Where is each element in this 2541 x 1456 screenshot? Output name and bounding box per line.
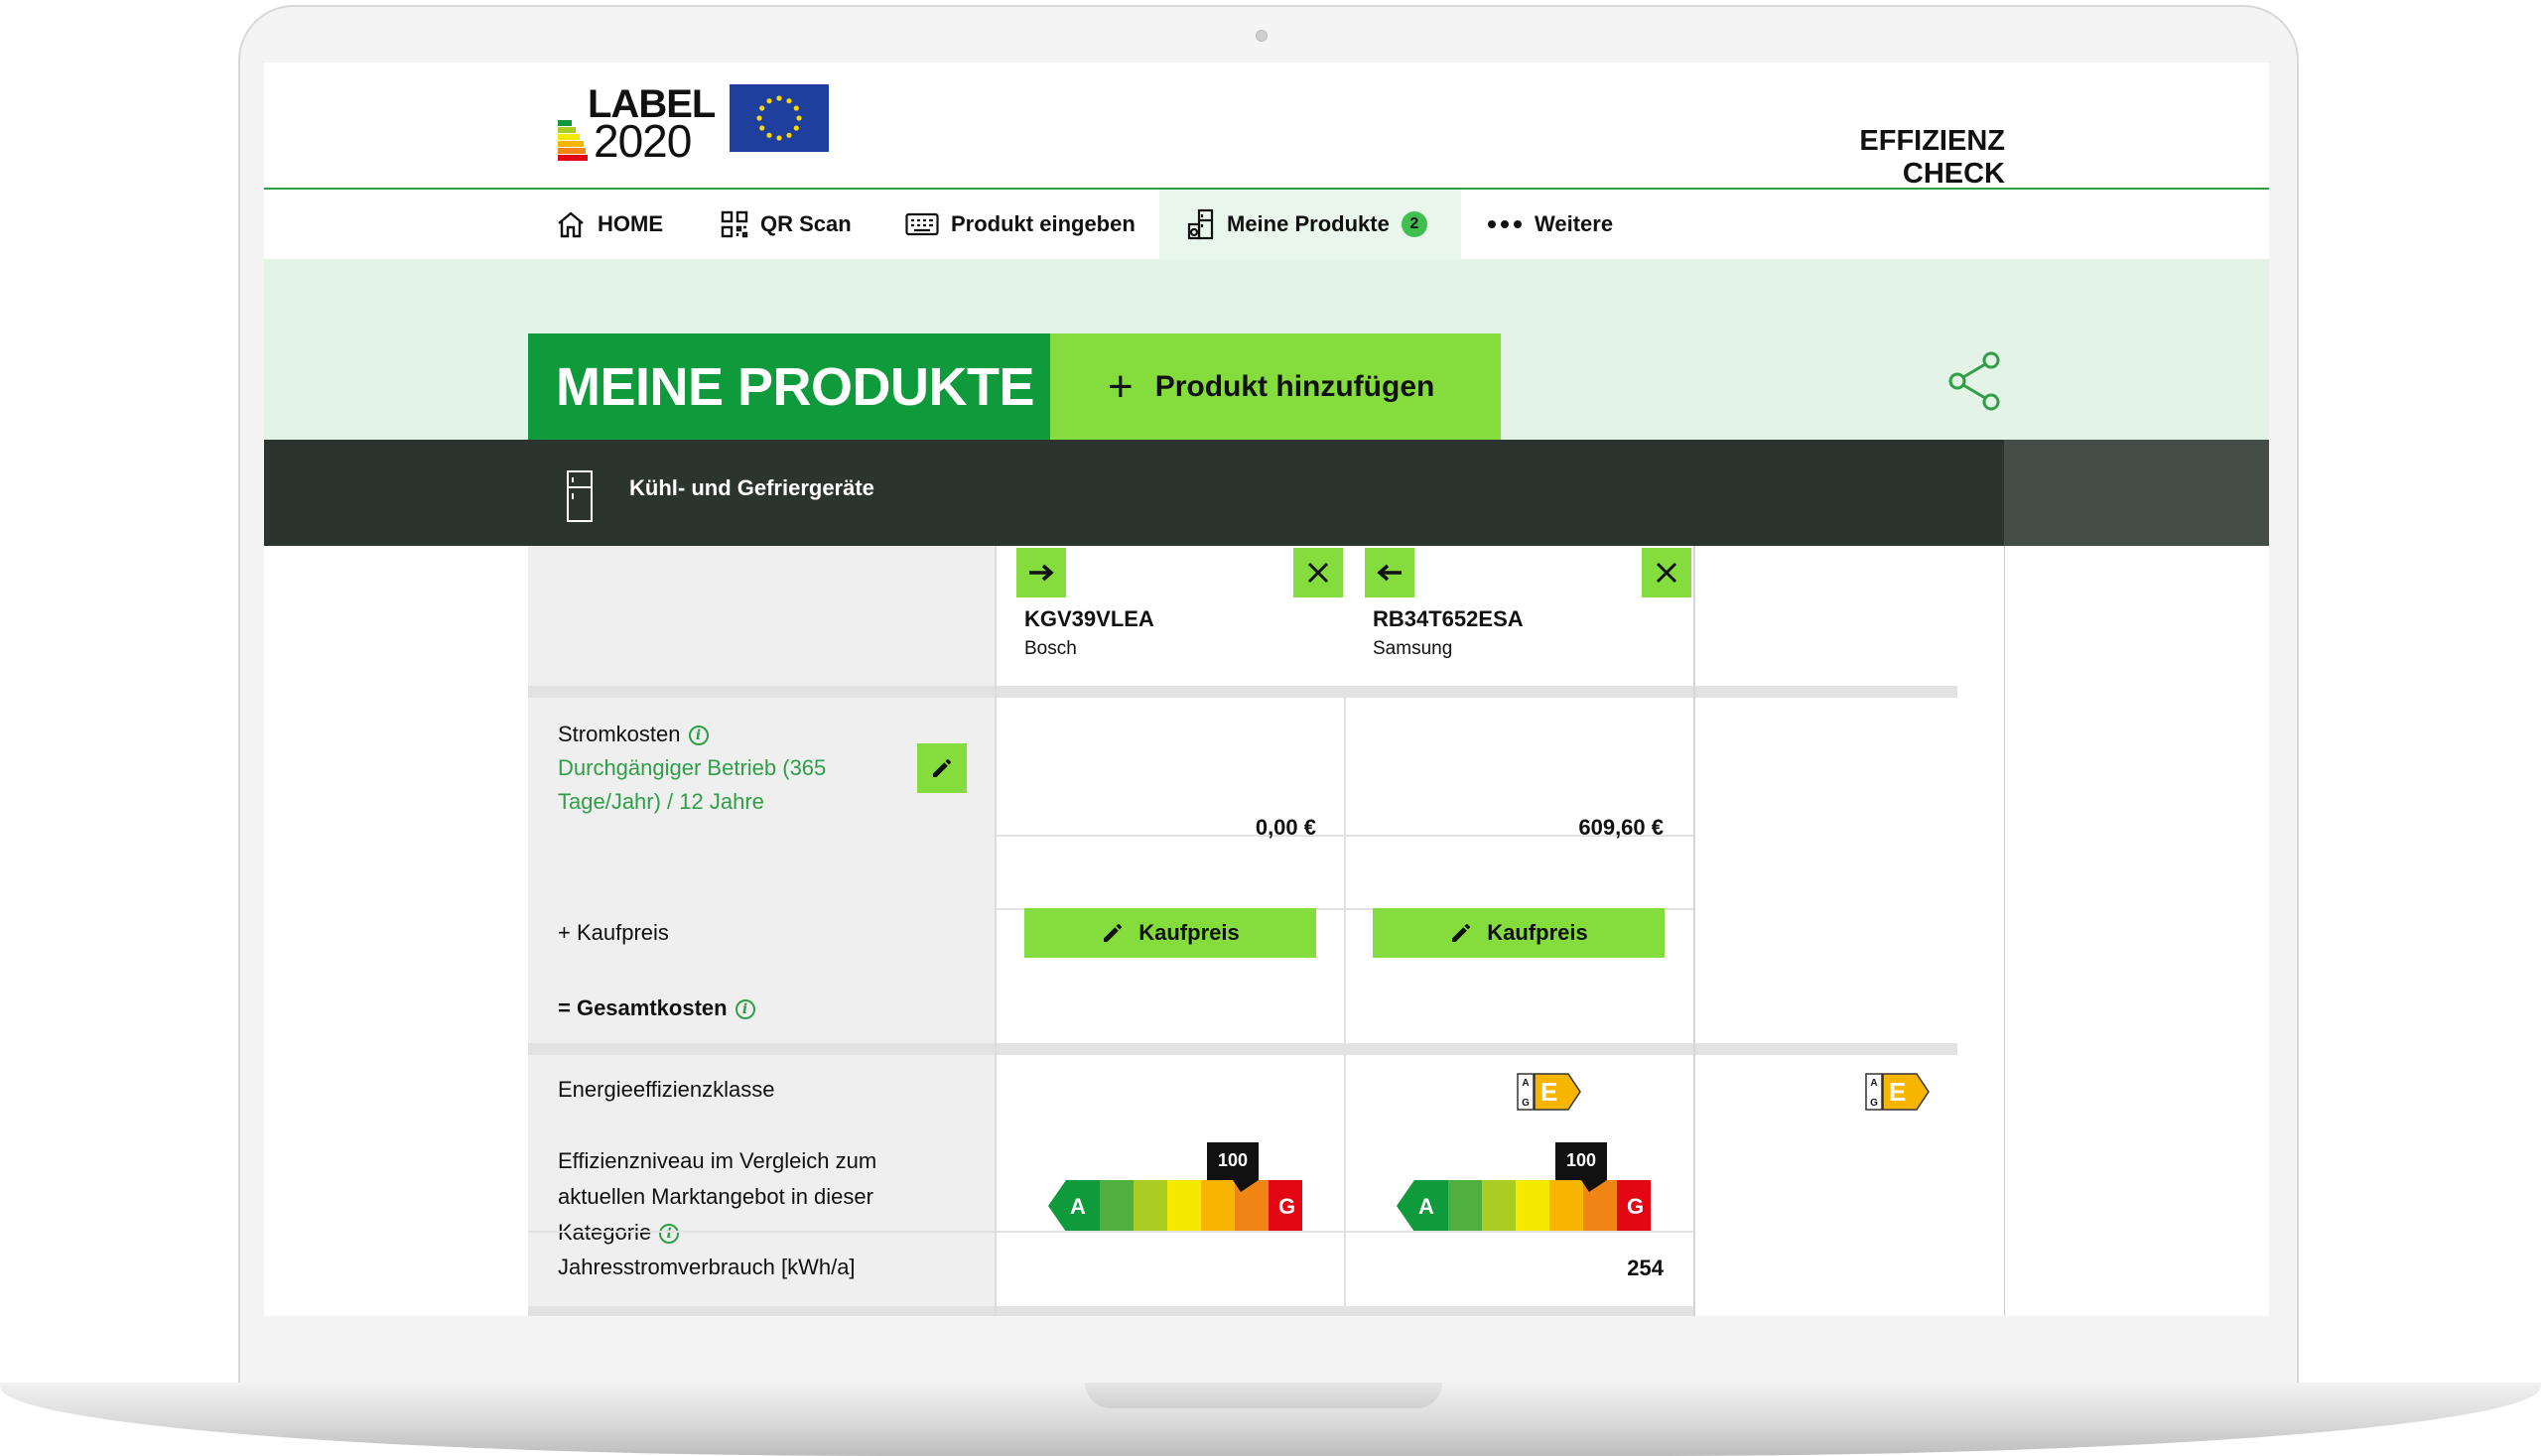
product-2-brand: Samsung [1373,638,1453,659]
product-1-brand: Bosch [1024,638,1077,659]
svg-text:G: G [1870,1098,1878,1109]
kaufpreis-button-1[interactable]: Kaufpreis [1024,908,1316,958]
qr-code-icon [721,210,748,238]
row-divider [528,1231,1693,1233]
column-divider [995,546,997,1316]
stromkosten-value-1: 0,00 € [1255,815,1316,840]
svg-text:A: A [1870,1078,1877,1089]
info-icon[interactable]: i [735,999,755,1020]
nav-weitere[interactable]: Weitere [1487,190,1613,259]
arrow-right-icon [1029,564,1054,582]
nav-meine-produkte[interactable]: Meine Produkte 2 [1159,190,1461,259]
info-icon[interactable]: i [659,1224,680,1245]
app-screen: LABEL 2020 EFFIZIENZ CHECK HOME QR Scan … [264,63,2269,1316]
kaufpreis-button-2-label: Kaufpreis [1487,920,1588,945]
camera [1256,30,1268,42]
keyboard-icon [905,212,939,236]
pencil-icon [1452,924,1471,942]
nav-produkt-eingeben-label: Produkt eingeben [951,211,1136,236]
main-nav: HOME QR Scan Produkt eingeben Meine Prod… [264,190,2269,259]
nav-qr-label: QR Scan [760,211,852,236]
pencil-icon [933,759,951,777]
page-title: MEINE PRODUKTE [528,333,1050,440]
share-icon[interactable] [1947,350,2003,417]
gesamtkosten-cell-2 [1346,974,1693,1043]
logo-line2: 2020 [594,115,692,167]
laptop-notch [1085,1383,1442,1408]
svg-text:A: A [1522,1078,1529,1089]
kaufpreis-label: + Kaufpreis [558,920,669,945]
section-divider [528,686,1957,698]
nav-produkt-eingeben[interactable]: Produkt eingeben [905,190,1136,259]
stromkosten-text: Stromkosten [558,722,681,746]
products-icon [1187,208,1215,240]
column-divider [1693,546,1695,1316]
jahresverbrauch-value-2: 254 [1627,1256,1664,1280]
edit-betrieb-button[interactable] [917,743,967,793]
pencil-icon [1104,924,1123,942]
column-divider [1344,698,1346,1306]
scale-best-letter-1: A [1070,1194,1086,1219]
app-title: EFFIZIENZ CHECK [1859,125,2005,190]
score-value-2: 100 [1565,1150,1597,1170]
kaufpreis-button-2[interactable]: Kaufpreis [1373,908,1665,958]
scale-worst-letter-1: G [1278,1194,1296,1219]
eu-flag-icon [730,84,829,152]
effizienz-line2: aktuellen Marktangebot in dieser [558,1184,873,1209]
jahresverbrauch-label: Jahresstromverbrauch [kWh/a] [558,1255,856,1279]
close-icon [1307,562,1329,584]
move-right-button[interactable] [1016,548,1066,597]
gesamtkosten-cell-1 [997,974,1344,1043]
gesamtkosten-text: = Gesamtkosten [558,995,728,1020]
products-count-badge: 2 [1401,211,1427,237]
more-dots-icon [1487,219,1523,229]
scale-worst-letter-2: G [1627,1194,1645,1219]
energy-class-badge-2: AG E [1865,1073,1931,1111]
logo[interactable]: LABEL 2020 [558,84,716,174]
betrieb-line2[interactable]: Tage/Jahr) / 12 Jahre [558,785,764,819]
energy-class-badge-1: AG E [1517,1073,1582,1111]
effizienz-line1: Effizienzniveau im Vergleich zum [558,1148,877,1173]
product-1-model: KGV39VLEA [1024,606,1154,631]
arrow-left-icon [1377,564,1402,582]
svg-text:G: G [1522,1098,1530,1109]
betrieb-line1[interactable]: Durchgängiger Betrieb (365 [558,751,826,785]
consumption-cell-1 [997,1233,1344,1316]
app-header: LABEL 2020 EFFIZIENZ CHECK [264,63,2269,190]
energy-cell-1 [997,1055,1344,1128]
close-icon [1656,562,1677,584]
section-divider [528,1043,1957,1055]
score-value-1: 100 [1217,1150,1249,1170]
stromkosten-label: Stromkosten i [558,718,709,751]
info-icon[interactable]: i [688,726,709,746]
remove-product-2-button[interactable] [1642,548,1691,597]
nav-qr-scan[interactable]: QR Scan [721,190,852,259]
home-icon [556,209,586,239]
add-product-button[interactable]: + Produkt hinzufügen [1050,333,1501,440]
energy-class-letter-2: E [1889,1077,1907,1107]
stromkosten-value-2: 609,60 € [1578,815,1664,840]
remove-product-1-button[interactable] [1293,548,1343,597]
category-label: Kühl- und Gefriergeräte [629,475,874,500]
logo-energy-bars-icon [558,120,588,164]
energieklasse-label: Energieeffizienzklasse [558,1077,775,1102]
plus-icon: + [1108,361,1134,411]
gesamtkosten-label: = Gesamtkosten i [558,992,755,1025]
add-product-label: Produkt hinzufügen [1154,369,1435,403]
energy-class-letter-1: E [1540,1077,1558,1107]
nav-home[interactable]: HOME [556,190,663,259]
move-left-button[interactable] [1365,548,1414,597]
section-divider [528,1306,1693,1316]
content-right-border [2004,546,2005,1316]
effizienz-line3-wrap: Kategorie i [558,1216,680,1250]
kaufpreis-button-1-label: Kaufpreis [1138,920,1240,945]
product-2-model: RB34T652ESA [1373,606,1524,631]
category-bar: Kühl- und Gefriergeräte [264,440,2269,546]
nav-weitere-label: Weitere [1535,211,1614,236]
category-bar-edge [2004,440,2269,546]
nav-home-label: HOME [598,211,663,236]
scale-best-letter-2: A [1418,1194,1434,1219]
nav-meine-produkte-label: Meine Produkte [1227,211,1390,236]
fridge-icon [566,469,594,528]
